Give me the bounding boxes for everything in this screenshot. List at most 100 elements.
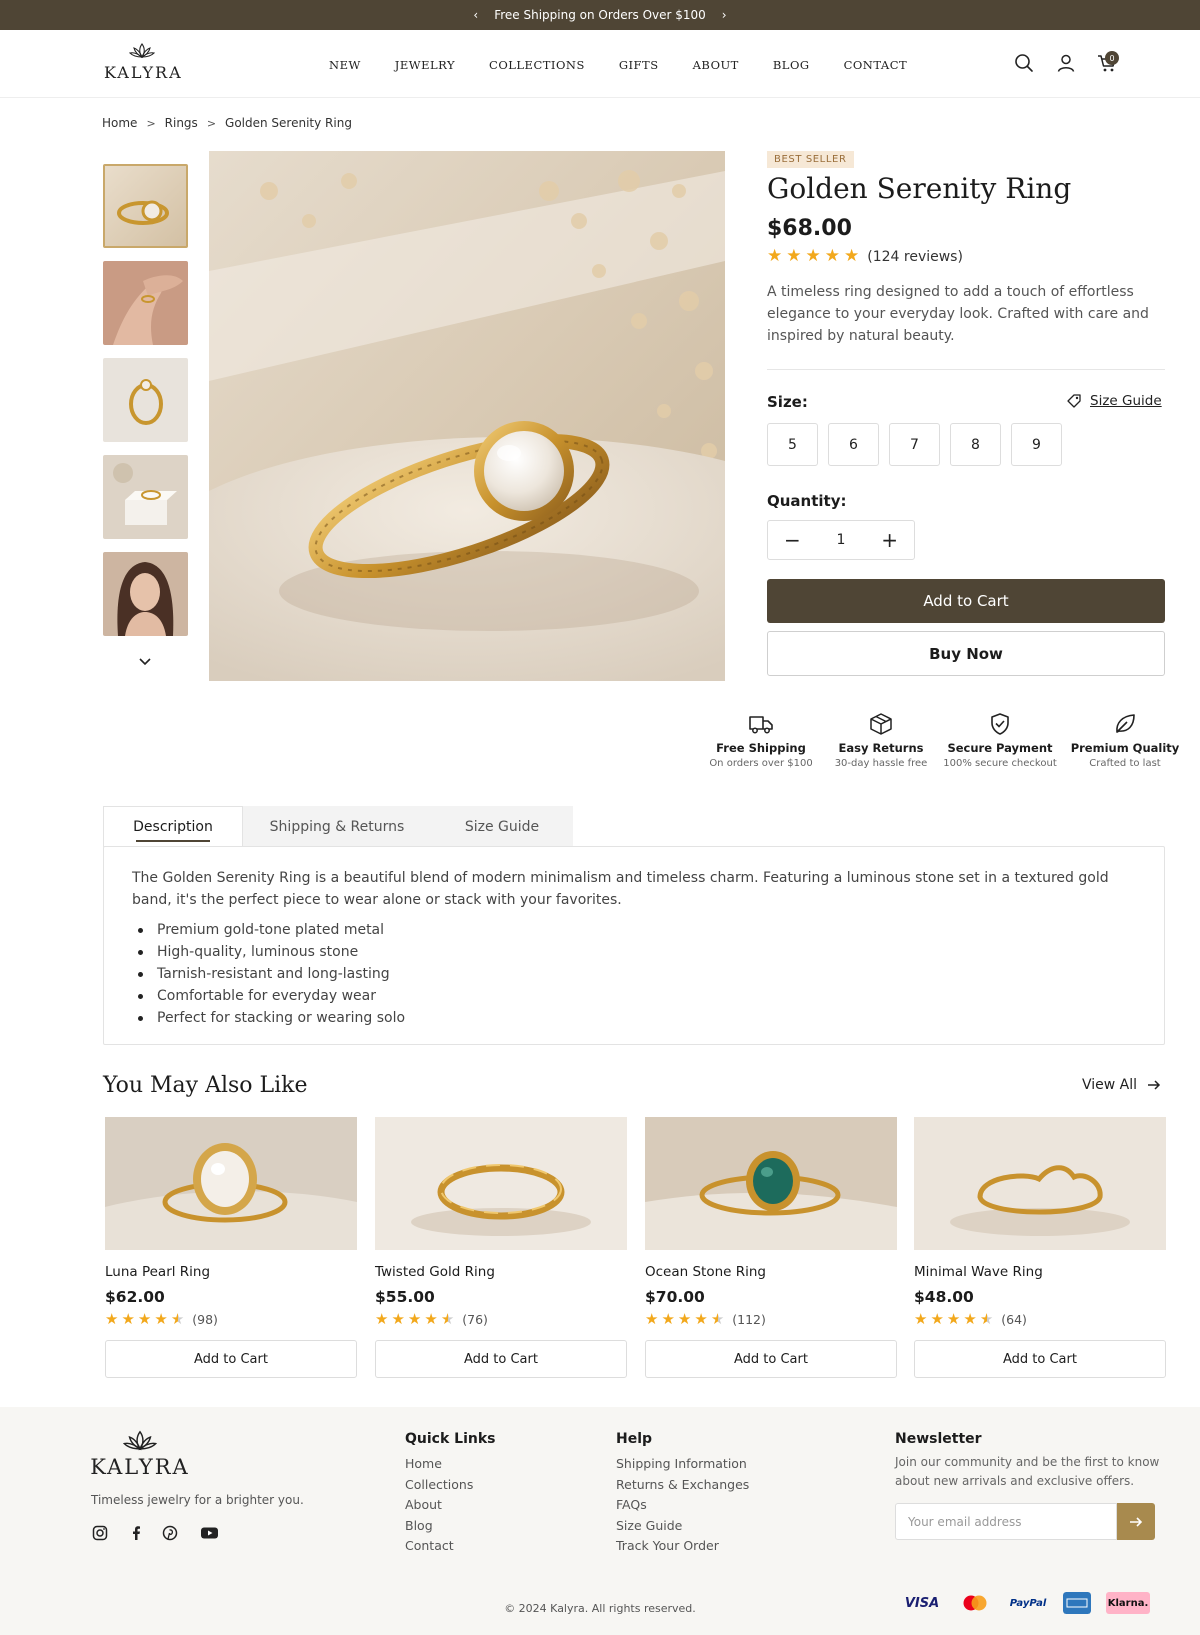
- add-to-cart-button[interactable]: Add to Cart: [914, 1340, 1166, 1378]
- product-card-image[interactable]: [645, 1117, 897, 1250]
- tab-size-guide[interactable]: Size Guide: [431, 806, 573, 847]
- instagram-icon[interactable]: [92, 1525, 108, 1541]
- add-to-cart-button[interactable]: Add to Cart: [767, 579, 1165, 623]
- thumbnail-1[interactable]: [103, 164, 188, 248]
- product-price: $68.00: [767, 216, 852, 241]
- tag-icon: [1067, 394, 1081, 408]
- quantity-label: Quantity:: [767, 492, 847, 510]
- review-count[interactable]: (124 reviews): [867, 249, 963, 265]
- product-card-image[interactable]: [105, 1117, 357, 1250]
- help-title: Help: [616, 1431, 653, 1447]
- add-to-cart-button[interactable]: Add to Cart: [105, 1340, 357, 1378]
- footer-link-shipping[interactable]: Shipping Information: [616, 1454, 749, 1475]
- footer-link-contact[interactable]: Contact: [405, 1536, 473, 1557]
- add-to-cart-button[interactable]: Add to Cart: [375, 1340, 627, 1378]
- view-all-link[interactable]: View All: [1082, 1077, 1161, 1093]
- nav-jewelry[interactable]: JEWELRY: [395, 58, 455, 72]
- hand-thumbnail-image: [103, 261, 188, 345]
- ring-thumbnail-image: [105, 166, 186, 246]
- feature-title: Secure Payment: [947, 741, 1053, 755]
- announcement-text: Free Shipping on Orders Over $100: [494, 8, 706, 22]
- product-card-image[interactable]: [375, 1117, 627, 1250]
- size-option-8[interactable]: 8: [950, 423, 1001, 466]
- star-half-icon: ★: [170, 1310, 185, 1328]
- list-item: Perfect for stacking or wearing solo: [132, 1007, 405, 1029]
- site-header: KALYRA NEW JEWELRY COLLECTIONS GIFTS ABO…: [0, 30, 1200, 98]
- review-count: (112): [732, 1312, 766, 1327]
- logo-wordmark: KALYRA: [90, 1455, 190, 1479]
- footer-link-collections[interactable]: Collections: [405, 1475, 473, 1496]
- feature-subtitle: 100% secure checkout: [943, 758, 1057, 769]
- star-icon: ★: [786, 246, 802, 266]
- chevron-right-icon[interactable]: ›: [722, 8, 727, 22]
- tab-shipping-returns[interactable]: Shipping & Returns: [243, 806, 431, 847]
- thumbnail-4[interactable]: [103, 455, 188, 539]
- add-to-cart-button[interactable]: Add to Cart: [645, 1340, 897, 1378]
- product-card-name[interactable]: Twisted Gold Ring: [375, 1264, 627, 1280]
- feature-list: Premium gold-tone plated metal High-qual…: [132, 919, 405, 1029]
- site-footer: KALYRA Timeless jewelry for a brighter y…: [0, 1407, 1200, 1635]
- size-option-7[interactable]: 7: [889, 423, 940, 466]
- footer-link-home[interactable]: Home: [405, 1454, 473, 1475]
- thumbnail-3[interactable]: [103, 358, 188, 442]
- footer-link-track-order[interactable]: Track Your Order: [616, 1536, 749, 1557]
- size-label: Size:: [767, 393, 808, 411]
- nav-blog[interactable]: BLOG: [773, 58, 810, 72]
- product-card-name[interactable]: Ocean Stone Ring: [645, 1264, 897, 1280]
- star-icon: ★: [805, 246, 821, 266]
- buy-now-button[interactable]: Buy Now: [767, 631, 1165, 676]
- breadcrumb-home[interactable]: Home: [102, 116, 137, 130]
- shield-icon: [991, 713, 1009, 735]
- feature-secure-payment: Secure Payment 100% secure checkout: [940, 712, 1060, 769]
- size-guide-link[interactable]: Size Guide: [1066, 393, 1162, 409]
- star-icon: ★: [767, 246, 783, 266]
- nav-new[interactable]: NEW: [329, 58, 361, 72]
- nav-about[interactable]: ABOUT: [693, 58, 739, 72]
- newsletter-submit-button[interactable]: [1117, 1503, 1155, 1540]
- pinterest-icon[interactable]: [162, 1525, 178, 1541]
- logo[interactable]: KALYRA: [104, 42, 181, 82]
- footer-link-blog[interactable]: Blog: [405, 1516, 473, 1537]
- chevron-left-icon[interactable]: ‹: [473, 8, 478, 22]
- nav-contact[interactable]: CONTACT: [844, 58, 908, 72]
- footer-link-about[interactable]: About: [405, 1495, 473, 1516]
- footer-logo[interactable]: KALYRA: [90, 1429, 190, 1479]
- product-card-name[interactable]: Minimal Wave Ring: [914, 1264, 1166, 1280]
- star-icon: ★: [375, 1310, 389, 1328]
- mastercard-icon: [963, 1595, 987, 1611]
- size-option-6[interactable]: 6: [828, 423, 879, 466]
- thumbnail-2[interactable]: [103, 261, 188, 345]
- nav-gifts[interactable]: GIFTS: [619, 58, 659, 72]
- search-icon[interactable]: [1013, 52, 1035, 74]
- announcement-bar: ‹ Free Shipping on Orders Over $100 ›: [0, 0, 1200, 30]
- product-card-image[interactable]: [914, 1117, 1166, 1250]
- star-icon: ★: [677, 1310, 692, 1328]
- quantity-value[interactable]: 1: [817, 532, 866, 548]
- lotus-logo-icon: [123, 1430, 157, 1451]
- facebook-icon[interactable]: [128, 1525, 144, 1541]
- feature-subtitle: Crafted to last: [1089, 758, 1161, 769]
- quantity-increase-button[interactable]: +: [865, 528, 914, 552]
- product-card-name[interactable]: Luna Pearl Ring: [105, 1264, 357, 1280]
- thumbnail-5[interactable]: [103, 552, 188, 636]
- size-option-5[interactable]: 5: [767, 423, 818, 466]
- footer-link-faqs[interactable]: FAQs: [616, 1495, 749, 1516]
- youtube-icon[interactable]: [200, 1525, 219, 1541]
- star-icon: ★: [946, 1310, 961, 1328]
- footer-link-returns[interactable]: Returns & Exchanges: [616, 1475, 749, 1496]
- product-card: Ocean Stone Ring $70.00 ★ ★ ★ ★ ★ (112) Add …: [645, 1117, 897, 1378]
- nav-collections[interactable]: COLLECTIONS: [489, 58, 585, 72]
- size-option-9[interactable]: 9: [1011, 423, 1062, 466]
- account-icon[interactable]: [1055, 52, 1077, 74]
- chevron-down-icon[interactable]: [138, 657, 152, 667]
- quantity-decrease-button[interactable]: −: [768, 528, 817, 552]
- model-thumbnail-image: [103, 552, 188, 636]
- email-input[interactable]: [895, 1503, 1117, 1540]
- best-seller-badge: BEST SELLER: [767, 151, 854, 168]
- breadcrumb-rings[interactable]: Rings: [165, 116, 198, 130]
- breadcrumb: Home > Rings > Golden Serenity Ring: [102, 116, 352, 130]
- star-icon: ★: [424, 1310, 438, 1328]
- tab-description[interactable]: Description: [103, 806, 243, 847]
- footer-link-size-guide[interactable]: Size Guide: [616, 1516, 749, 1537]
- leaf-icon: [1116, 714, 1135, 733]
